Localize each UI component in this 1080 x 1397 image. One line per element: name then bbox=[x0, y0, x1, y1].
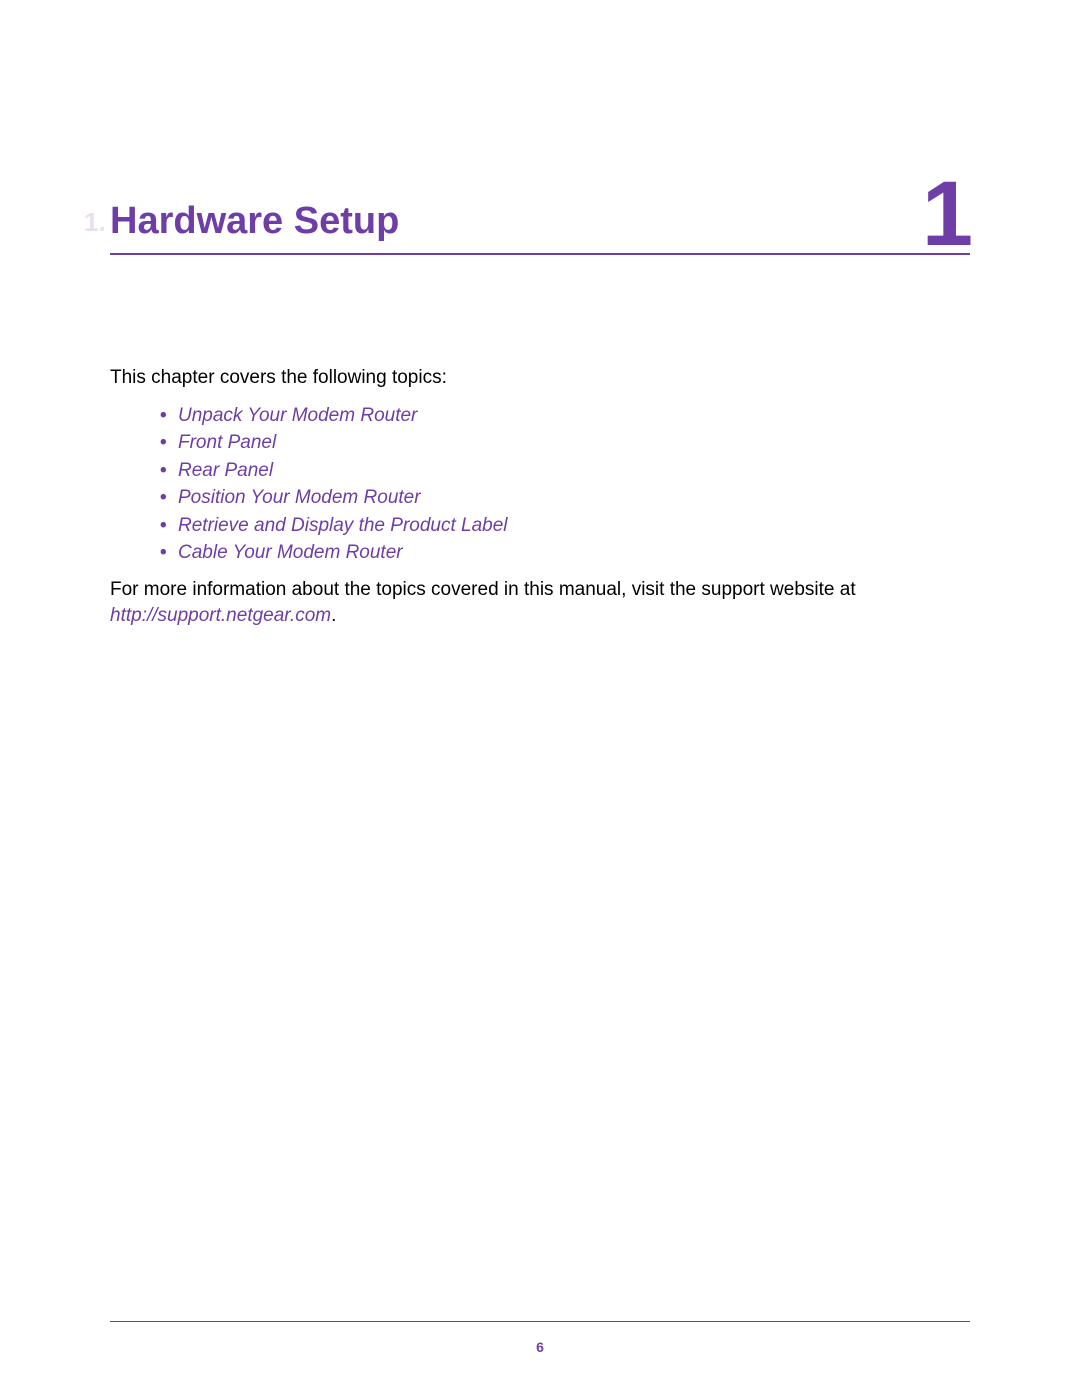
more-info-prefix: For more information about the topics co… bbox=[110, 579, 856, 600]
more-info-suffix: . bbox=[331, 605, 336, 626]
topic-link[interactable]: Unpack Your Modem Router bbox=[160, 402, 970, 430]
topic-link[interactable]: Retrieve and Display the Product Label bbox=[160, 512, 970, 540]
topic-link[interactable]: Front Panel bbox=[160, 429, 970, 457]
chapter-header: 1. Hardware Setup 1 bbox=[110, 200, 970, 255]
more-info-text: For more information about the topics co… bbox=[110, 577, 970, 630]
support-link[interactable]: http://support.netgear.com bbox=[110, 605, 331, 626]
footer-rule bbox=[110, 1321, 970, 1322]
topic-link[interactable]: Position Your Modem Router bbox=[160, 484, 970, 512]
topic-link[interactable]: Rear Panel bbox=[160, 457, 970, 485]
document-page: 1. Hardware Setup 1 This chapter covers … bbox=[0, 0, 1080, 1397]
topic-link[interactable]: Cable Your Modem Router bbox=[160, 539, 970, 567]
intro-text: This chapter covers the following topics… bbox=[110, 365, 970, 392]
chapter-title: Hardware Setup bbox=[110, 200, 970, 243]
chapter-number: 1 bbox=[922, 168, 973, 260]
chapter-side-tab: 1. bbox=[84, 207, 106, 238]
topic-list: Unpack Your Modem Router Front Panel Rea… bbox=[110, 402, 970, 567]
page-number: 6 bbox=[0, 1339, 1080, 1355]
